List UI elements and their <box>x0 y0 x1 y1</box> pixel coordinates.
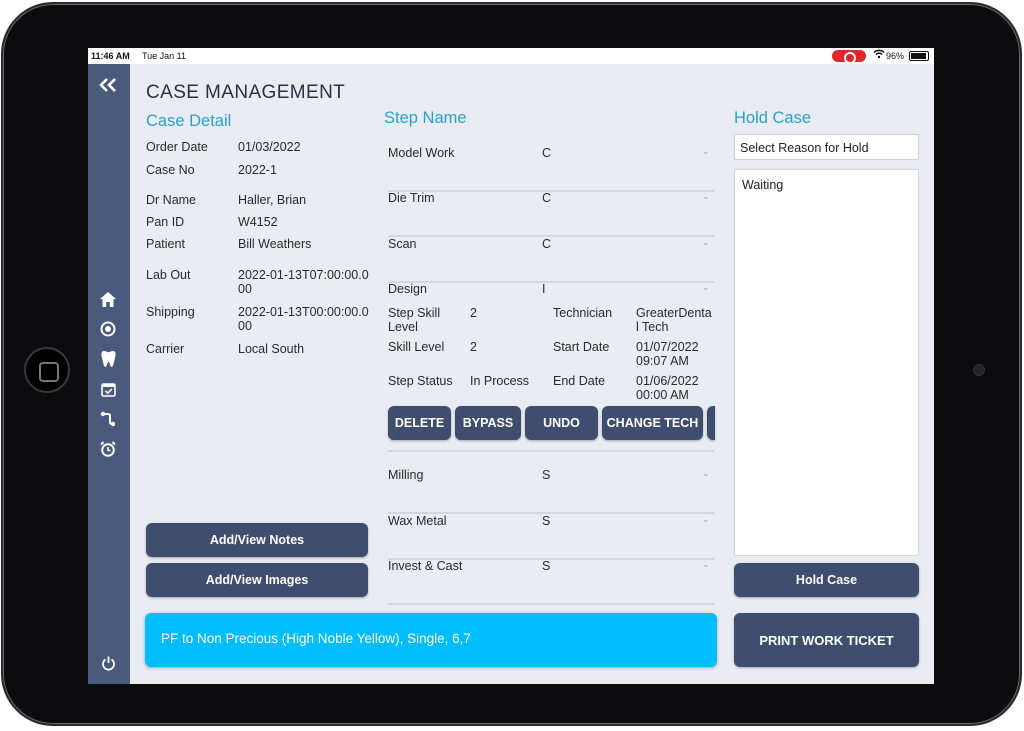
step-row-die-trim[interactable]: Die Trim C ⌄ <box>388 191 714 237</box>
print-work-ticket-button[interactable]: PRINT WORK TICKET <box>734 613 919 667</box>
step-row-invest-cast[interactable]: Invest & Cast S ⌄ <box>388 559 714 605</box>
step-skill-level-value: 2 <box>470 306 477 320</box>
change-tech-button[interactable]: CHANGE TECH <box>602 406 703 440</box>
step-status-label: Step Status <box>388 374 453 388</box>
case-detail-heading: Case Detail <box>146 112 232 130</box>
alarm-icon[interactable] <box>97 438 119 460</box>
case-description-bar: PF to Non Precious (High Noble Yellow), … <box>145 613 717 667</box>
step-code: C <box>542 191 552 205</box>
dr-name-value: Haller, Brian <box>238 193 307 207</box>
chevron-down-icon[interactable]: ⌄ <box>702 514 710 525</box>
page-title: CASE MANAGEMENT <box>146 82 346 103</box>
step-status-value: In Process <box>470 374 530 388</box>
case-no-value: 2022-1 <box>238 163 277 177</box>
shipping-value: 2022-01-13T00:00:00.000 <box>238 305 369 333</box>
step-row-scan[interactable]: Scan C ⌄ <box>388 237 714 283</box>
chevron-down-icon[interactable]: ⌄ <box>702 191 710 202</box>
delete-button[interactable]: DELETE <box>388 406 451 440</box>
shipping-label: Shipping <box>146 305 195 319</box>
pan-id-label: Pan ID <box>146 215 185 229</box>
step-name: Design <box>388 282 427 296</box>
pan-id-value: W4152 <box>238 215 278 229</box>
status-date: Tue Jan 11 <box>142 51 187 61</box>
carrier-value: Local South <box>238 342 305 356</box>
technician-value: GreaterDental Tech <box>636 306 712 334</box>
target-icon[interactable] <box>97 318 119 340</box>
order-date-value: 01/03/2022 <box>238 140 301 154</box>
hold-reason-select[interactable]: Select Reason for Hold <box>734 134 919 160</box>
step-name: Model Work <box>388 146 455 160</box>
start-date-label: Start Date <box>553 340 610 354</box>
bypass-button[interactable]: BYPASS <box>455 406 521 440</box>
patient-value: Bill Weathers <box>238 237 312 251</box>
tooth-icon[interactable] <box>97 348 119 370</box>
technician-label: Technician <box>553 306 613 320</box>
status-bar: 11:46 AM Tue Jan 11 96% <box>88 48 934 64</box>
chevron-down-icon[interactable]: ⌄ <box>702 468 710 479</box>
chevron-down-icon[interactable]: ⌄ <box>702 237 710 248</box>
add-view-notes-button[interactable]: Add/View Notes <box>146 523 368 557</box>
step-row-model-work[interactable]: Model Work C ⌄ <box>388 146 714 192</box>
wifi-icon <box>873 49 885 62</box>
undo-button[interactable]: UNDO <box>525 406 598 440</box>
carrier-label: Carrier <box>146 342 185 356</box>
sidebar <box>88 64 130 684</box>
skill-level-value: 2 <box>470 340 477 354</box>
chevron-down-icon[interactable]: ⌄ <box>702 146 710 157</box>
patient-label: Patient <box>146 237 185 251</box>
step-name: Wax Metal <box>388 514 447 528</box>
workflow-icon[interactable] <box>97 408 119 430</box>
calendar-check-icon[interactable] <box>97 378 119 400</box>
step-code: I <box>542 282 546 296</box>
battery-percent: 96% <box>886 51 905 61</box>
step-skill-level-label: Step Skill Level <box>388 306 441 334</box>
home-icon[interactable] <box>97 288 119 310</box>
order-date-label: Order Date <box>146 140 208 154</box>
end-date-label: End Date <box>553 374 606 388</box>
battery-icon <box>909 51 929 61</box>
hold-case-heading: Hold Case <box>734 109 812 127</box>
lab-out-label: Lab Out <box>146 268 191 282</box>
step-code: S <box>542 559 551 573</box>
step-code: S <box>542 514 551 528</box>
step-code: C <box>542 146 552 160</box>
start-date-value: 01/07/2022 09:07 AM <box>636 340 699 368</box>
step-row-milling[interactable]: Milling S ⌄ <box>388 468 714 514</box>
front-camera <box>973 364 985 376</box>
add-view-images-button[interactable]: Add/View Images <box>146 563 368 597</box>
step-name: Milling <box>388 468 424 482</box>
step-code: S <box>542 468 551 482</box>
skill-level-label: Skill Level <box>388 340 445 354</box>
step-name: Invest & Cast <box>388 559 463 573</box>
status-time: 11:46 AM <box>91 51 130 61</box>
more-actions-button[interactable] <box>707 406 715 440</box>
app-screen: 11:46 AM Tue Jan 11 96% CASE MANAGEMENT … <box>88 48 934 684</box>
end-date-value: 01/06/2022 00:00 AM <box>636 374 699 402</box>
hold-reason-textarea[interactable]: Waiting <box>734 169 919 556</box>
main-panel: CASE MANAGEMENT Case Detail Order Date 0… <box>130 64 934 684</box>
step-row-wax-metal[interactable]: Wax Metal S ⌄ <box>388 514 714 560</box>
step-name: Die Trim <box>388 191 435 205</box>
screen-record-icon <box>832 50 866 64</box>
dr-name-label: Dr Name <box>146 193 197 207</box>
lab-out-value: 2022-01-13T07:00:00.000 <box>238 268 369 296</box>
chevron-down-icon[interactable]: ⌄ <box>702 282 710 293</box>
step-name: Scan <box>388 237 417 251</box>
home-hardware-button <box>24 347 70 393</box>
power-icon[interactable] <box>97 652 119 674</box>
chevron-down-icon[interactable]: ⌄ <box>702 559 710 570</box>
case-no-label: Case No <box>146 163 195 177</box>
collapse-chevrons-icon[interactable] <box>97 74 119 96</box>
step-code: C <box>542 237 552 251</box>
hold-case-button[interactable]: Hold Case <box>734 563 919 597</box>
step-name-heading: Step Name <box>384 109 467 127</box>
